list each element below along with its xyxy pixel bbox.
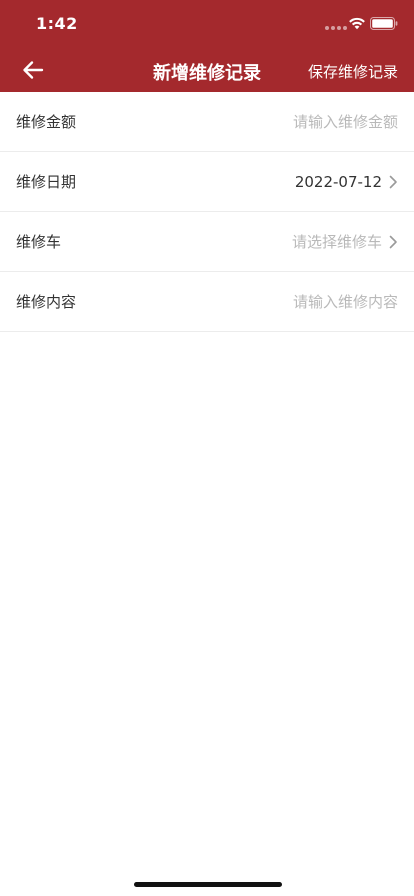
arrow-left-icon	[23, 61, 44, 79]
date-value: 2022-07-12	[294, 172, 382, 191]
amount-row: 维修金额	[0, 92, 414, 152]
chevron-right-icon	[389, 175, 397, 188]
save-record-button[interactable]: 保存维修记录	[308, 61, 398, 82]
vehicle-placeholder: 请选择维修车	[291, 233, 382, 251]
content-input[interactable]	[198, 292, 398, 311]
cellular-signal-icon	[325, 26, 347, 31]
vehicle-row[interactable]: 维修车 请选择维修车	[0, 212, 414, 272]
vehicle-selector[interactable]: 请选择维修车	[292, 231, 398, 252]
status-bar: 1:42	[0, 0, 414, 48]
content-row: 维修内容	[0, 272, 414, 332]
date-row[interactable]: 维修日期 2022-07-12	[0, 152, 414, 212]
screen: 1:42 新增维修记录 保存维修记录 维修金额 请输入维修金额 维修日期 202…	[0, 0, 414, 896]
amount-input[interactable]	[198, 112, 398, 131]
battery-icon	[370, 17, 398, 30]
date-label: 维修日期	[16, 173, 77, 191]
back-button[interactable]	[18, 56, 48, 84]
header: 1:42 新增维修记录 保存维修记录	[0, 0, 414, 92]
chevron-right-icon	[389, 235, 397, 248]
date-picker[interactable]: 2022-07-12	[295, 173, 398, 191]
home-indicator	[134, 882, 282, 887]
status-time: 1:42	[36, 14, 78, 33]
nav-bar: 新增维修记录 保存维修记录	[0, 48, 414, 92]
vehicle-label: 维修车	[16, 233, 62, 251]
content-label: 维修内容	[16, 293, 77, 311]
repair-record-form: 维修金额 维修日期 2022-07-12 维修车 请选择维修车 维修内容	[0, 92, 414, 332]
wifi-icon	[349, 17, 365, 30]
amount-label: 维修金额	[16, 113, 77, 131]
